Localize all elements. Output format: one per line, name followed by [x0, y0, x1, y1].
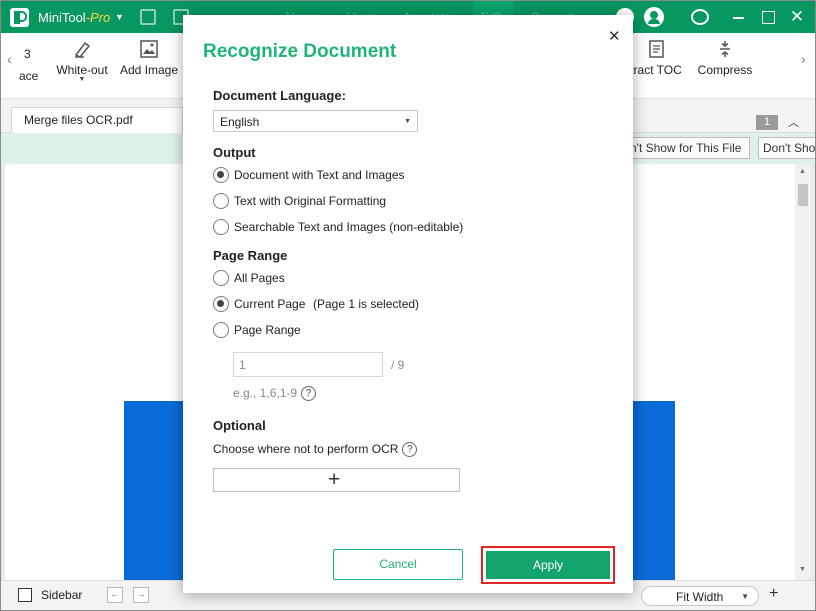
app-window: MiniTool-Pro ▼ Home View Annotate Edit C… — [0, 0, 816, 611]
language-select[interactable]: English ▼ — [213, 110, 418, 132]
sidebar-checkbox[interactable] — [18, 588, 32, 602]
cancel-button[interactable]: Cancel — [333, 549, 463, 580]
app-menu-dropdown-icon[interactable]: ▼ — [115, 12, 124, 22]
ribbon-tool-label: tract TOC — [630, 63, 682, 77]
current-page-note: (Page 1 is selected) — [313, 297, 420, 311]
app-logo-icon — [10, 8, 29, 27]
page-total: / 9 — [391, 358, 405, 372]
scrollbar-thumb[interactable] — [798, 184, 808, 206]
page-range-label: Page Range — [213, 248, 288, 263]
ribbon-tool-compress[interactable]: Compress — [695, 39, 755, 77]
help-icon[interactable]: ? — [301, 386, 317, 402]
zoom-value: Fit Width — [676, 590, 724, 604]
radio-label: Document with Text and Images — [234, 168, 405, 182]
sidebar-label: Sidebar — [41, 588, 83, 602]
radio-button[interactable] — [213, 193, 229, 209]
next-page-icon[interactable]: → — [133, 587, 149, 603]
ocr-exclude-label: Choose where not to perform OCR? — [213, 442, 418, 458]
ribbon-tool-label: ace — [19, 69, 39, 83]
page-number-badge: 1 — [756, 115, 778, 130]
ribbon-tool-prefix: 3 — [24, 47, 31, 61]
radio-label: Current Page — [234, 297, 306, 311]
ribbon-tool-add-image[interactable]: Add Image — [118, 39, 180, 77]
dialog-title: Recognize Document — [203, 41, 397, 62]
save-icon[interactable] — [140, 9, 156, 25]
range-example: e.g., 1,6,1-9? — [233, 386, 317, 402]
zoom-select[interactable]: Fit Width ▼ — [641, 586, 759, 606]
help-icon[interactable]: ? — [402, 442, 418, 458]
dont-show-again-button[interactable]: Don't Sho — [758, 137, 815, 159]
image-icon — [140, 40, 158, 58]
app-name: MiniTool — [38, 10, 86, 25]
apply-button[interactable]: Apply — [486, 551, 610, 579]
radio-button[interactable] — [213, 296, 229, 312]
scroll-down-icon[interactable]: ▼ — [799, 566, 806, 573]
ribbon-tool-label: Compress — [697, 63, 753, 77]
ribbon-tool-white-out[interactable]: White-out ▼ — [52, 39, 112, 83]
ribbon-scroll-left-icon[interactable]: ‹ — [7, 51, 12, 67]
zoom-in-icon[interactable]: + — [769, 585, 778, 603]
add-exclusion-area-button[interactable]: + — [213, 468, 460, 492]
ocr-exclude-text: Choose where not to perform OCR — [213, 442, 399, 456]
collapse-icon[interactable]: ︿ — [788, 114, 799, 130]
window-close-icon[interactable]: ✕ — [787, 7, 807, 27]
radio-button[interactable] — [213, 219, 229, 235]
feedback-icon[interactable] — [691, 9, 709, 25]
document-tab[interactable]: Merge files OCR.pdf — [11, 107, 183, 133]
plus-icon: + — [328, 468, 341, 491]
language-label: Document Language: — [213, 88, 346, 103]
optional-label: Optional — [213, 418, 266, 433]
toc-icon — [649, 40, 664, 58]
compress-icon — [720, 41, 730, 57]
prev-page-icon[interactable]: ← — [107, 587, 123, 603]
white-out-dropdown-icon[interactable]: ▼ — [52, 76, 112, 83]
user-icon[interactable] — [644, 7, 664, 27]
dialog-close-icon[interactable]: ✕ — [608, 27, 621, 45]
radio-button[interactable] — [213, 167, 229, 183]
ribbon-scroll-right-icon[interactable]: › — [801, 51, 806, 67]
scroll-up-icon[interactable]: ▲ — [799, 168, 806, 175]
maximize-icon[interactable] — [758, 7, 778, 27]
range-example-text: e.g., 1,6,1-9 — [233, 386, 298, 400]
minimize-icon[interactable] — [729, 7, 749, 27]
ribbon-tool-label: White-out — [56, 63, 108, 77]
language-value: English — [220, 115, 260, 129]
radio-label: Searchable Text and Images (non-editable… — [234, 220, 464, 234]
radio-label: All Pages — [234, 271, 285, 285]
eraser-icon — [74, 41, 91, 58]
ribbon-tool-label: Add Image — [119, 63, 179, 77]
document-tab-label: Merge files OCR.pdf — [24, 113, 133, 127]
radio-button[interactable] — [213, 322, 229, 338]
app-title: MiniTool-Pro — [38, 10, 110, 25]
app-edition: -Pro — [85, 10, 111, 25]
radio-label: Page Range — [234, 323, 301, 337]
output-label: Output — [213, 145, 256, 160]
page-range-input[interactable]: 1 — [233, 352, 383, 377]
zoom-dropdown-icon: ▼ — [741, 592, 749, 601]
vertical-scrollbar[interactable]: ▲ ▼ — [795, 164, 811, 580]
apply-highlight-frame: Apply — [481, 546, 615, 584]
dont-show-for-file-button[interactable]: n't Show for This File — [625, 137, 750, 159]
chevron-down-icon: ▼ — [404, 118, 411, 125]
recognize-document-dialog: Recognize Document ✕ Document Language: … — [183, 15, 633, 593]
radio-label: Text with Original Formatting — [234, 194, 387, 208]
radio-button[interactable] — [213, 270, 229, 286]
